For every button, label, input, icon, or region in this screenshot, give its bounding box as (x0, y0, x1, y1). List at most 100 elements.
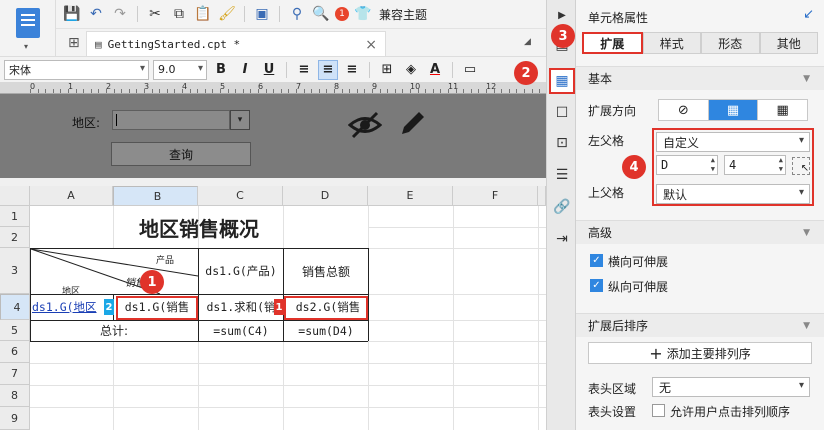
horizontal-expand-icon[interactable]: ▦ (758, 100, 807, 120)
edit-pencil-icon[interactable] (398, 108, 428, 146)
no-expand-icon[interactable]: ⊘ (659, 100, 709, 120)
pin-arrow-icon[interactable]: ↙ (803, 7, 814, 22)
ruler-tick (531, 89, 533, 93)
preview-icon[interactable]: 🔍 (311, 4, 331, 24)
step-badge-2: 2 (514, 61, 538, 85)
hyperlink-icon[interactable]: 🔗 (553, 198, 571, 216)
v-expand-checkbox[interactable]: ✓ (590, 279, 603, 292)
chevron-down-icon: ▼ (803, 227, 810, 238)
plugin-icon[interactable]: ⚲ (287, 4, 307, 24)
ruler-tick (121, 89, 123, 93)
add-sort-button[interactable]: + 添加主要排列序 (588, 342, 812, 364)
widget-icon[interactable]: ⊡ (553, 134, 571, 152)
ruler-tick (242, 89, 244, 93)
tab-expand[interactable]: 扩展 (582, 32, 643, 54)
export-icon[interactable]: ⇥ (553, 230, 571, 248)
cell-c4[interactable]: ds1.求和(销 (199, 294, 283, 320)
font-size-select[interactable]: 9.0 ▾ (153, 59, 207, 80)
section-advanced[interactable]: 高级 ▼ (576, 220, 824, 244)
h-expand-checkbox[interactable]: ✓ (590, 254, 603, 267)
hidden-eye-icon[interactable] (347, 110, 383, 147)
chevron-down-icon: ▾ (24, 42, 29, 51)
step-badge-4: 4 (622, 155, 646, 179)
report-logo-icon (16, 8, 40, 38)
cut-icon[interactable]: ✂ (145, 4, 165, 24)
ruler-tick (75, 89, 77, 93)
notification-badge[interactable]: 1 (335, 7, 349, 21)
spreadsheet[interactable]: A B C D E F 1 2 3 4 5 6 7 8 9 地区销售概况 产品 … (0, 186, 546, 430)
cell-d3[interactable]: 销售总额 (284, 248, 368, 294)
ruler-tick (68, 89, 69, 93)
left-parent-row-value: 4 (729, 158, 737, 172)
h-expand-label: 横向可伸展 (608, 255, 669, 269)
app-logo[interactable]: ▾ (0, 0, 56, 56)
underline-button[interactable]: U (259, 60, 279, 80)
divider (244, 6, 245, 22)
align-left-button[interactable]: ≡ (294, 60, 314, 80)
align-center-button[interactable]: ≡ (318, 59, 338, 80)
tab-style[interactable]: 样式 (642, 32, 701, 54)
format-brush-icon[interactable]: 🖌 (217, 4, 237, 24)
cell-property-icon[interactable]: ▦ (549, 68, 575, 94)
tab-form[interactable]: 形态 (701, 32, 760, 54)
bold-button[interactable]: B (211, 60, 231, 80)
section-basic[interactable]: 基本 ▼ (576, 66, 824, 90)
report-title[interactable]: 地区销售概况 (30, 206, 368, 248)
italic-button[interactable]: I (235, 60, 255, 80)
border-settings-icon[interactable]: ☐ (553, 104, 571, 122)
cell-a5[interactable]: 总计: (30, 320, 198, 341)
ruler-label: 11 (448, 82, 459, 91)
ruler-tick (379, 89, 381, 93)
ruler: 0 1 2 3 4 5 6 7 8 9 10 11 12 (0, 82, 546, 94)
border-icon[interactable]: ⊞ (377, 60, 397, 80)
left-parent-row-input[interactable]: 4 ▲ ▼ (724, 155, 786, 175)
dropdown-icon[interactable]: ▾ (230, 110, 250, 130)
left-parent-column-input[interactable]: D ▲ ▼ (656, 155, 718, 175)
wrap-icon[interactable]: ▭ (460, 60, 480, 80)
cell-c3[interactable]: ds1.G(产品) (199, 248, 283, 294)
grid-icon[interactable]: ⊞ (68, 35, 80, 51)
close-icon[interactable]: × (365, 37, 377, 53)
area-input[interactable] (112, 110, 230, 130)
left-parent-label: 左父格 (588, 134, 625, 148)
redo-icon[interactable]: ↷ (110, 4, 130, 24)
tab-gettingstarted[interactable]: ▤ GettingStarted.cpt * × (86, 31, 386, 57)
chevron-down-icon: ▾ (798, 187, 804, 198)
cell-c5[interactable]: =sum(C4) (199, 320, 283, 341)
fill-color-icon[interactable]: ◈ (401, 60, 421, 80)
paste-icon[interactable]: 📋 (193, 4, 213, 24)
add-sort-label: 添加主要排列序 (666, 346, 751, 361)
theme-icon[interactable]: 👕 (353, 4, 373, 24)
cell-a4[interactable]: ds1.G(地区 (32, 294, 112, 320)
cell-d5[interactable]: =sum(D4) (284, 320, 368, 341)
cell-picker-icon[interactable]: ↖ (792, 157, 810, 175)
undo-icon[interactable]: ↶ (86, 4, 106, 24)
ruler-tick (341, 89, 343, 93)
header-area-select[interactable]: 无 ▾ (652, 377, 810, 397)
tab-other[interactable]: 其他 (759, 32, 818, 54)
compatible-theme-button[interactable]: 兼容主题 (379, 6, 427, 23)
spinner-icon[interactable]: ▲ ▼ (711, 156, 715, 174)
ruler-tick (159, 89, 161, 93)
save-icon[interactable]: 💾 (62, 4, 82, 24)
chevron-down-icon: ▼ (803, 320, 810, 331)
template-icon[interactable]: ▣ (252, 4, 272, 24)
vertical-expand-icon[interactable]: ▦ (708, 100, 759, 120)
allow-sort-checkbox[interactable] (652, 404, 665, 417)
ruler-tick (448, 89, 449, 93)
font-color-icon[interactable]: A (425, 60, 445, 80)
spinner-icon[interactable]: ▲ ▼ (779, 156, 783, 174)
left-parent-select[interactable]: 自定义 ▾ (656, 132, 810, 152)
ruler-tick (516, 89, 518, 93)
ruler-tick (83, 89, 85, 93)
ruler-tick (37, 89, 39, 93)
query-button[interactable]: 查询 (111, 142, 251, 166)
copy-icon[interactable]: ⧉ (169, 4, 189, 24)
condition-icon[interactable]: ☰ (553, 166, 571, 184)
up-parent-select[interactable]: 默认 ▾ (656, 184, 810, 204)
expand-arrow-icon[interactable]: ▶ (553, 6, 571, 24)
section-sort[interactable]: 扩展后排序 ▼ (576, 313, 824, 337)
tab-scroll-icon[interactable]: ◢ (524, 37, 531, 47)
font-select[interactable]: 宋体 ▾ (4, 59, 149, 80)
align-right-button[interactable]: ≡ (342, 60, 362, 80)
